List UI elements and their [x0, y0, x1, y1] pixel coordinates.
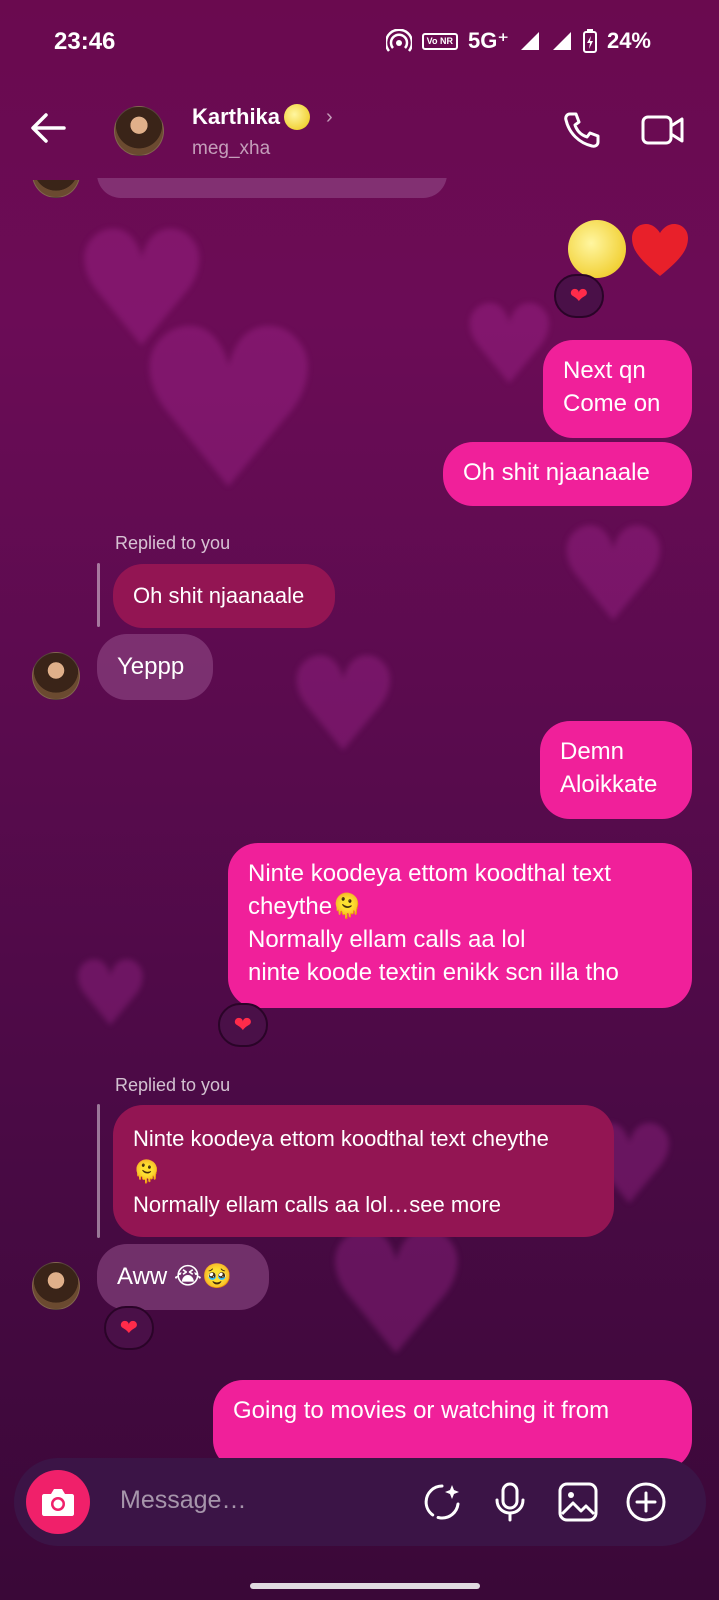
- plus-icon[interactable]: [624, 1480, 668, 1524]
- message-text: Ninte koodeya ettom koodthal text: [248, 860, 611, 887]
- heart-icon: ❤: [233, 1012, 253, 1038]
- quoted-text: Normally ellam calls aa lol…see more: [133, 1192, 502, 1217]
- heart-emoji: [632, 224, 688, 276]
- quoted-message[interactable]: Oh shit njaanaale: [113, 564, 335, 628]
- message-text: Going to movies or watching it from: [233, 1397, 610, 1424]
- incoming-message[interactable]: Yeppp: [97, 634, 213, 700]
- status-icons: Vo NR 5G⁺ 24%: [385, 28, 651, 54]
- message-composer: Message…: [14, 1458, 706, 1546]
- signal-icon: [520, 32, 539, 50]
- back-arrow-icon[interactable]: [26, 106, 70, 150]
- chevron-right-icon: ›: [326, 105, 333, 128]
- reply-indicator-line: [97, 563, 100, 627]
- message-text: Aww 😭🥹: [117, 1263, 232, 1290]
- message-text: ninte koode textin enikk scn illa tho: [248, 959, 619, 986]
- phone-icon[interactable]: [560, 108, 604, 152]
- network-type: 5G⁺: [467, 28, 509, 53]
- home-indicator[interactable]: [250, 1583, 480, 1589]
- moon-face-emoji: [284, 104, 311, 130]
- chat-header: Karthika › meg_xha: [0, 84, 719, 184]
- message-text: cheythe🫠: [248, 893, 362, 920]
- signal-icon: [552, 32, 571, 50]
- gallery-icon[interactable]: [556, 1480, 600, 1524]
- message-text: Normally ellam calls aa lol: [248, 926, 526, 953]
- background-heart: ♥: [130, 282, 328, 538]
- sticker-icon[interactable]: [420, 1480, 464, 1524]
- background-heart: ♥: [555, 499, 672, 651]
- outgoing-message[interactable]: Demn Aloikkate: [540, 721, 692, 819]
- quoted-text: 🫠: [133, 1159, 161, 1184]
- contact-name-label: Karthika: [192, 104, 281, 129]
- avatar[interactable]: [32, 652, 80, 700]
- reply-indicator-line: [97, 1104, 100, 1238]
- hotspot-icon: [385, 29, 412, 52]
- outgoing-message[interactable]: Going to movies or watching it from: [213, 1380, 692, 1470]
- background-heart: ♥: [285, 629, 402, 781]
- moon-face-emoji: [568, 220, 626, 278]
- battery-percent: 24%: [606, 28, 651, 53]
- avatar[interactable]: [32, 1262, 80, 1310]
- avatar[interactable]: [114, 106, 164, 156]
- contact-name[interactable]: Karthika ›: [192, 104, 333, 130]
- heart-icon: ❤: [569, 283, 589, 309]
- replied-to-you-label: Replied to you: [115, 533, 231, 553]
- heart-reaction[interactable]: ❤: [218, 1003, 268, 1047]
- message-text: Next qn: [563, 357, 646, 384]
- contact-handle: meg_xha: [192, 138, 271, 159]
- camera-button[interactable]: [26, 1470, 90, 1534]
- heart-reaction[interactable]: ❤: [554, 274, 604, 318]
- replied-to-you-label: Replied to you: [115, 1075, 231, 1095]
- background-heart: ♥: [70, 942, 151, 1047]
- status-bar: 23:46 Vo NR 5G⁺ 24%: [0, 0, 719, 84]
- message-text: Come on: [563, 390, 661, 417]
- status-time: 23:46: [54, 28, 116, 55]
- volte-badge: Vo NR: [421, 32, 458, 50]
- message-text: Demn: [560, 738, 625, 765]
- video-camera-icon[interactable]: [640, 110, 686, 150]
- camera-icon: [42, 1489, 74, 1516]
- heart-reaction[interactable]: ❤: [104, 1306, 154, 1350]
- outgoing-message[interactable]: Next qn Come on: [543, 340, 692, 438]
- battery-icon: [582, 29, 597, 53]
- outgoing-message[interactable]: Ninte koodeya ettom koodthal text cheyth…: [228, 843, 692, 1008]
- heart-icon: ❤: [119, 1315, 139, 1341]
- message-input[interactable]: Message…: [120, 1486, 246, 1515]
- outgoing-message[interactable]: Oh shit njaanaale: [443, 442, 692, 506]
- microphone-icon[interactable]: [488, 1480, 532, 1524]
- message-text: Oh shit njaanaale: [463, 459, 650, 486]
- message-text: Aloikkate: [560, 771, 658, 798]
- quoted-message[interactable]: Ninte koodeya ettom koodthal text cheyth…: [113, 1105, 614, 1237]
- quoted-text: Oh shit njaanaale: [133, 583, 305, 608]
- message-text: Yeppp: [117, 653, 185, 680]
- quoted-text: Ninte koodeya ettom koodthal text cheyth…: [133, 1126, 549, 1151]
- incoming-message[interactable]: Aww 😭🥹: [97, 1244, 269, 1310]
